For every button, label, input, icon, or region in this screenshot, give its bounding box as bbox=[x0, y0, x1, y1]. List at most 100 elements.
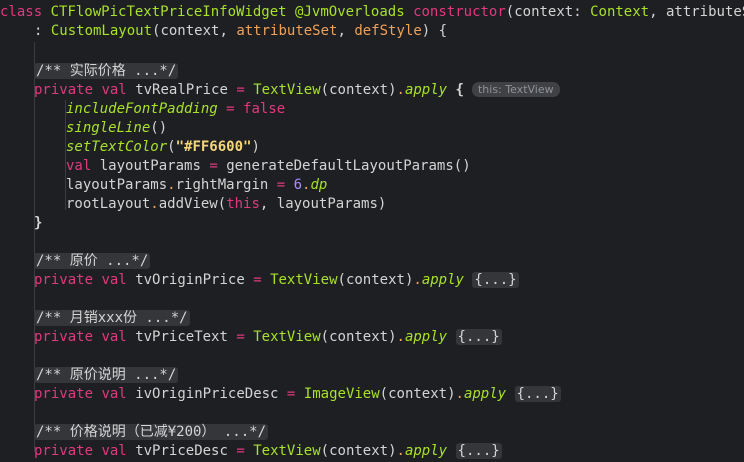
equals-sign: = bbox=[286, 386, 296, 402]
call-args: (context) bbox=[337, 272, 414, 288]
keyword-val: val bbox=[101, 386, 127, 402]
code-line-17[interactable]: /** 月销xxx份 ...*/ bbox=[34, 309, 190, 328]
args-close: ) { bbox=[421, 23, 448, 39]
dot: . bbox=[396, 329, 405, 345]
code-line-20[interactable]: /** 原价说明 ...*/ bbox=[34, 366, 179, 385]
apply-call: apply bbox=[404, 443, 448, 459]
arg-defstyle: defStyle bbox=[354, 23, 422, 39]
constructor-call: TextView bbox=[253, 329, 321, 345]
equals-sign: = bbox=[236, 443, 245, 459]
boolean-literal: false bbox=[243, 101, 286, 117]
method-call: setTextColor bbox=[66, 139, 168, 155]
constructor-call: ImageView bbox=[303, 386, 380, 402]
parens: () bbox=[150, 120, 168, 136]
code-line-15[interactable]: private val tvOriginPrice = TextView(con… bbox=[34, 271, 519, 290]
apply-call: apply bbox=[463, 386, 507, 402]
keyword-val: val bbox=[101, 443, 127, 459]
paren-open: ( bbox=[505, 4, 515, 20]
apply-call: apply bbox=[404, 82, 448, 98]
code-line-8[interactable]: setTextColor("#FF6600") bbox=[66, 138, 260, 157]
keyword-class: class bbox=[0, 4, 43, 20]
code-line-5[interactable]: private val tvRealPrice = TextView(conte… bbox=[34, 81, 560, 100]
equals-sign: = bbox=[217, 101, 244, 117]
variable-name: layoutParams bbox=[99, 158, 201, 174]
dot: . bbox=[396, 82, 405, 98]
equals-sign: = bbox=[236, 82, 245, 98]
folded-doc-comment[interactable]: /** 价格说明（已减¥200） ...*/ bbox=[34, 424, 269, 440]
code-line-23[interactable]: /** 价格说明（已减¥200） ...*/ bbox=[34, 423, 269, 442]
keyword-private: private bbox=[34, 272, 94, 288]
keyword-val: val bbox=[101, 82, 127, 98]
parens: () bbox=[453, 158, 471, 174]
folded-doc-comment[interactable]: /** 实际价格 ...*/ bbox=[34, 63, 179, 79]
keyword-constructor: constructor bbox=[413, 4, 506, 20]
equals-sign: = bbox=[200, 158, 227, 174]
folded-doc-comment[interactable]: /** 原价 ...*/ bbox=[34, 253, 151, 269]
code-line-24[interactable]: private val tvPriceDesc = TextView(conte… bbox=[34, 442, 502, 461]
equals-sign: = bbox=[236, 329, 245, 345]
arg-attributeset: attributeSet bbox=[236, 23, 338, 39]
code-line-21[interactable]: private val ivOriginPriceDesc = ImageVie… bbox=[34, 385, 561, 404]
param-context: context bbox=[514, 4, 574, 20]
folded-doc-comment[interactable]: /** 月销xxx份 ...*/ bbox=[34, 310, 190, 326]
property-ref: rightMargin bbox=[175, 177, 269, 193]
dot: . bbox=[396, 443, 405, 459]
keyword-private: private bbox=[34, 82, 94, 98]
keyword-private: private bbox=[34, 329, 94, 345]
number-literal: 6 bbox=[293, 177, 303, 193]
super-class: CustomLayout bbox=[50, 23, 153, 39]
dot: . bbox=[150, 196, 159, 212]
code-line-11[interactable]: rootLayout.addView(this, layoutParams) bbox=[66, 195, 386, 214]
code-line-18[interactable]: private val tvPriceText = TextView(conte… bbox=[34, 328, 502, 347]
call-args: , layoutParams) bbox=[259, 196, 387, 212]
folded-doc-comment[interactable]: /** 原价说明 ...*/ bbox=[34, 367, 179, 383]
code-line-1[interactable]: class CTFlowPicTextPriceInfoWidget @JvmO… bbox=[0, 3, 744, 22]
annotation: @JvmOverloads bbox=[295, 4, 405, 20]
call-args: (context) bbox=[379, 386, 456, 402]
method-call: generateDefaultLayoutParams bbox=[226, 158, 454, 174]
brace-open: { bbox=[455, 82, 464, 98]
comma: , bbox=[337, 23, 355, 39]
class-name: CTFlowPicTextPriceInfoWidget bbox=[50, 4, 287, 20]
equals-sign: = bbox=[268, 177, 294, 193]
paren-open: ( bbox=[217, 196, 227, 212]
property-ref: includeFontPadding bbox=[66, 101, 218, 117]
constructor-call: TextView bbox=[270, 272, 338, 288]
call-args: (context) bbox=[320, 82, 397, 98]
method-call: addView bbox=[158, 196, 218, 212]
code-line-4[interactable]: /** 实际价格 ...*/ bbox=[34, 62, 179, 81]
constructor-call: TextView bbox=[253, 443, 321, 459]
apply-call: apply bbox=[421, 272, 464, 288]
folded-block[interactable]: {...} bbox=[455, 443, 502, 459]
property-name: tvPriceDesc bbox=[135, 443, 228, 459]
code-line-14[interactable]: /** 原价 ...*/ bbox=[34, 252, 151, 271]
folded-block[interactable]: {...} bbox=[472, 272, 519, 288]
apply-call: apply bbox=[404, 329, 448, 345]
dot: . bbox=[167, 177, 176, 193]
code-editor[interactable]: class CTFlowPicTextPriceInfoWidget @JvmO… bbox=[0, 0, 744, 462]
folded-block[interactable]: {...} bbox=[455, 329, 502, 345]
call-args: (context) bbox=[320, 443, 397, 459]
extension-property: dp bbox=[310, 177, 328, 193]
code-line-9[interactable]: val layoutParams = generateDefaultLayout… bbox=[66, 157, 471, 176]
keyword-val: val bbox=[101, 329, 127, 345]
constructor-call: TextView bbox=[253, 82, 321, 98]
code-line-12[interactable]: } bbox=[34, 214, 42, 233]
dot: . bbox=[413, 272, 422, 288]
keyword-this: this bbox=[226, 196, 260, 212]
call-args: (context) bbox=[320, 329, 397, 345]
object-ref: layoutParams bbox=[66, 177, 168, 193]
comma: , bbox=[649, 4, 666, 20]
code-line-7[interactable]: singleLine() bbox=[66, 119, 167, 138]
property-name: ivOriginPriceDesc bbox=[135, 386, 279, 402]
inlay-type-hint: this: TextView bbox=[471, 82, 560, 97]
folded-block[interactable]: {...} bbox=[514, 386, 561, 402]
property-name: tvOriginPrice bbox=[135, 272, 245, 288]
code-line-10[interactable]: layoutParams.rightMargin = 6.dp bbox=[66, 176, 327, 195]
param-attributeset: attributeSet bbox=[665, 4, 744, 20]
code-line-2[interactable]: : CustomLayout(context, attributeSet, de… bbox=[34, 22, 447, 41]
code-line-6[interactable]: includeFontPadding = false bbox=[66, 100, 285, 119]
keyword-val: val bbox=[66, 158, 92, 174]
string-literal: "#FF6600" bbox=[175, 139, 252, 155]
keyword-private: private bbox=[34, 386, 94, 402]
